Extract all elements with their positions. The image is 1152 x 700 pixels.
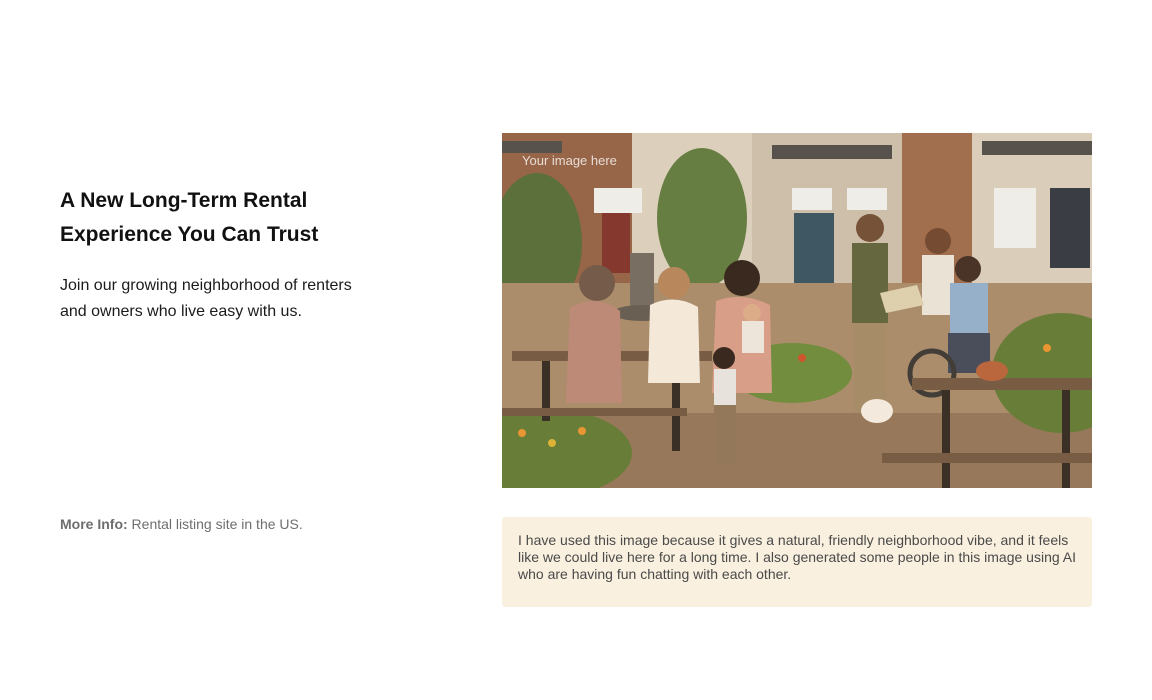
- image-placeholder-label: Your image here: [522, 153, 617, 168]
- hero-image: Your image here: [502, 133, 1092, 488]
- page-subtext: Join our growing neighborhood of renters…: [60, 277, 352, 320]
- more-info-label: More Info:: [60, 516, 128, 532]
- neighborhood-scene-illustration: [502, 133, 1092, 488]
- page-headline: A New Long-Term Rental Experience You Ca…: [60, 189, 319, 246]
- more-info: More Info: Rental listing site in the US…: [60, 516, 303, 532]
- more-info-value: Rental listing site in the US.: [131, 516, 303, 532]
- image-rationale-note: I have used this image because it gives …: [502, 517, 1092, 607]
